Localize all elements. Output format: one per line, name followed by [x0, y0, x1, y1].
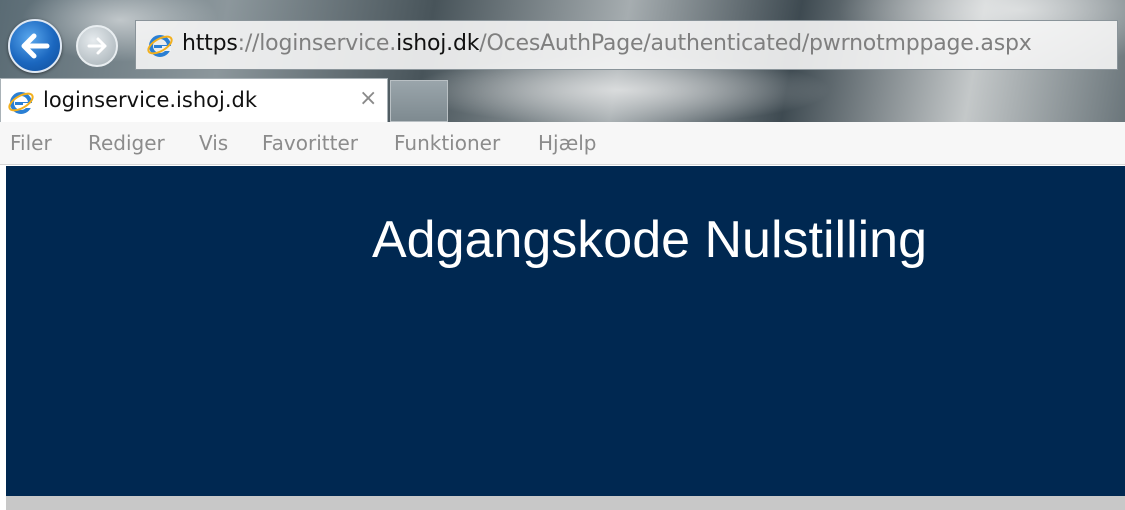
close-tab-icon[interactable]: ×: [359, 87, 377, 111]
page-title: Adgangskode Nulstilling: [372, 211, 928, 269]
url-scheme: https: [182, 31, 238, 56]
forward-arrow-icon: [87, 37, 107, 55]
menu-item-vis[interactable]: Vis: [199, 131, 228, 155]
address-url[interactable]: https://loginservice.ishoj.dk/OcesAuthPa…: [182, 31, 1032, 56]
page-header: Adgangskode Nulstilling: [6, 166, 1125, 496]
menu-item-favoritter[interactable]: Favoritter: [262, 131, 358, 155]
url-separator: ://: [237, 31, 260, 56]
back-arrow-icon: [21, 33, 50, 59]
back-button[interactable]: [8, 19, 62, 73]
page-divider: [6, 496, 1125, 510]
menu-item-rediger[interactable]: Rediger: [88, 131, 165, 155]
forward-button[interactable]: [76, 25, 118, 67]
tab-loginservice[interactable]: loginservice.ishoj.dk ×: [0, 78, 388, 122]
menu-item-hjaelp[interactable]: Hjælp: [538, 131, 597, 155]
menu-bar: Filer Rediger Vis Favoritter Funktioner …: [0, 122, 1125, 165]
menu-item-funktioner[interactable]: Funktioner: [394, 131, 500, 155]
address-bar[interactable]: https://loginservice.ishoj.dk/OcesAuthPa…: [135, 20, 1118, 70]
tab-label: loginservice.ishoj.dk: [43, 88, 257, 112]
url-path: /OcesAuthPage/authenticated/pwrnotmppage…: [479, 31, 1032, 56]
internet-explorer-icon: [147, 35, 173, 57]
url-domain: ishoj.dk: [396, 31, 480, 56]
url-domain-prefix: loginservice.: [259, 31, 397, 56]
menu-item-filer[interactable]: Filer: [10, 131, 52, 155]
new-tab-button[interactable]: [390, 80, 448, 122]
internet-explorer-icon: [8, 92, 34, 114]
browser-titlebar: https://loginservice.ishoj.dk/OcesAuthPa…: [0, 0, 1125, 122]
